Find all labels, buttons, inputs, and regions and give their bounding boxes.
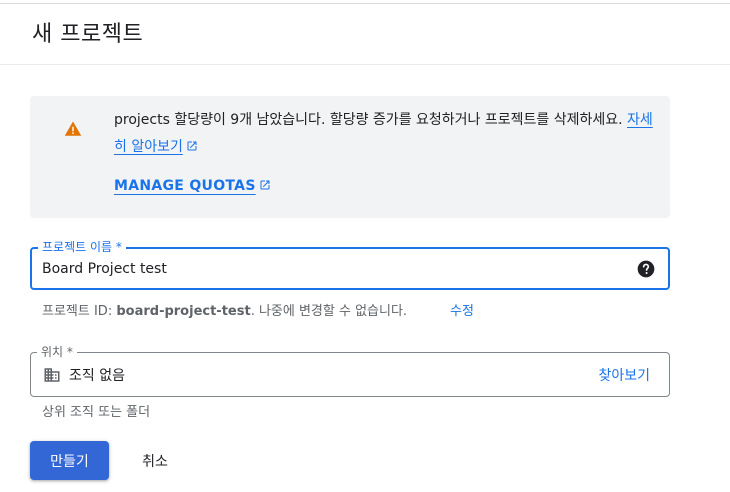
- quota-notice: projects 할당량이 9개 남았습니다. 할당량 증가를 요청하거나 프로…: [30, 96, 670, 218]
- project-id-hint: 프로젝트 ID: board-project-test. 나중에 변경할 수 없…: [42, 300, 407, 319]
- edit-project-id-link[interactable]: 수정: [450, 300, 474, 319]
- location-field[interactable]: 위치 * 조직 없음 찾아보기: [30, 344, 670, 397]
- quota-message-text: projects 할당량이 9개 남았습니다. 할당량 증가를 요청하거나 프로…: [114, 112, 628, 128]
- location-hint: 상위 조직 또는 폴더: [42, 405, 151, 420]
- cancel-button[interactable]: 취소: [127, 441, 183, 480]
- location-value: 조직 없음: [69, 368, 125, 384]
- project-name-field[interactable]: 프로젝트 이름 *: [30, 239, 670, 290]
- browse-location-button[interactable]: 찾아보기: [598, 365, 650, 385]
- page-title: 새 프로젝트: [32, 22, 144, 47]
- building-icon: [44, 368, 60, 382]
- header-divider: [0, 64, 730, 65]
- help-circle-icon[interactable]: [636, 259, 656, 279]
- project-id-prefix: 프로젝트 ID:: [42, 304, 117, 319]
- location-label: 위치 *: [37, 344, 77, 360]
- manage-quotas-label: MANAGE QUOTAS: [114, 178, 256, 194]
- project-name-label: 프로젝트 이름 *: [38, 239, 126, 255]
- project-id-suffix: . 나중에 변경할 수 없습니다.: [250, 304, 408, 319]
- manage-quotas-link[interactable]: MANAGE QUOTAS: [114, 178, 271, 194]
- top-divider: [0, 3, 730, 4]
- warning-icon: [64, 121, 82, 136]
- create-button[interactable]: 만들기: [30, 441, 109, 480]
- external-link-icon: [260, 180, 270, 190]
- quota-message: projects 할당량이 9개 남았습니다. 할당량 증가를 요청하거나 프로…: [114, 107, 654, 161]
- project-name-input[interactable]: [42, 257, 622, 281]
- external-link-icon[interactable]: [186, 140, 198, 152]
- project-id-value: board-project-test: [116, 304, 251, 319]
